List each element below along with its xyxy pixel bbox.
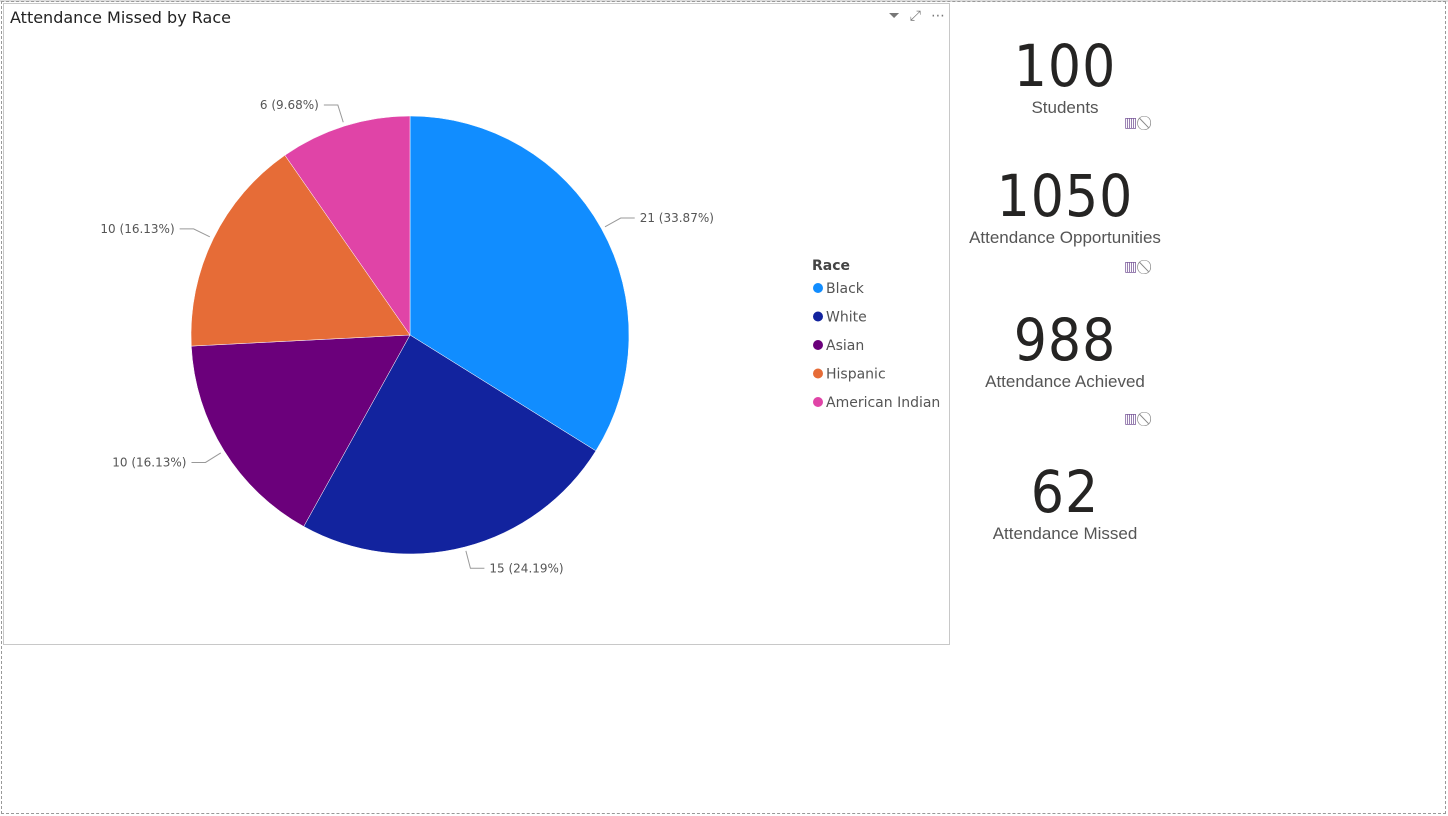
legend-marker [813, 368, 823, 379]
legend-item-4[interactable]: American Indian [826, 395, 940, 411]
card-label: Attendance Missed [992, 524, 1138, 543]
legend-item-1[interactable]: White [826, 310, 867, 326]
card-achieved[interactable]: 988 Attendance Achieved [950, 308, 1180, 392]
card-students[interactable]: 100 Students [950, 34, 1180, 118]
legend-title: Race [812, 258, 850, 274]
leader-line [323, 104, 344, 123]
chart-filter-icon[interactable]: ▥ [1124, 411, 1137, 427]
leader-line [191, 452, 222, 463]
chart-filter-icon[interactable]: ▥ [1124, 259, 1137, 275]
card-value: 1050 [996, 162, 1134, 230]
legend-marker [813, 283, 823, 293]
data-label: 15 (24.19%) [489, 561, 563, 575]
legend-item-2[interactable]: Asian [826, 338, 864, 354]
card-value: 62 [1030, 458, 1100, 526]
pie-chart: Race 21 (33.87%) Black 15 (24.19%) White 10 … [100, 98, 940, 575]
card-opportunities[interactable]: 1050 Attendance Opportunities [950, 164, 1180, 248]
leader-line [179, 228, 211, 238]
leader-line [604, 217, 635, 228]
card-label: Attendance Achieved [985, 372, 1145, 391]
card-value: 100 [1013, 32, 1117, 100]
chart-filter-icon[interactable]: ▥ [1124, 115, 1137, 131]
legend-marker [813, 397, 823, 407]
pie-chart-visual[interactable]: Attendance Missed by Race ⏷ ⤢ ⋯ Race 21 … [3, 3, 950, 645]
legend-item-3[interactable]: Hispanic [826, 367, 886, 383]
data-label: 21 (33.87%) [640, 211, 714, 225]
legend-item-0[interactable]: Black [826, 281, 865, 297]
leader-line [465, 550, 485, 569]
card-missed[interactable]: 62 Attendance Missed [950, 460, 1180, 544]
data-label: 10 (16.13%) [112, 455, 186, 469]
legend-marker [813, 311, 823, 322]
legend-marker [813, 340, 823, 350]
card-value: 988 [1013, 306, 1117, 374]
card-label: Attendance Opportunities [969, 228, 1161, 247]
data-label: 10 (16.13%) [100, 222, 174, 236]
data-label: 6 (9.68%) [260, 98, 319, 112]
